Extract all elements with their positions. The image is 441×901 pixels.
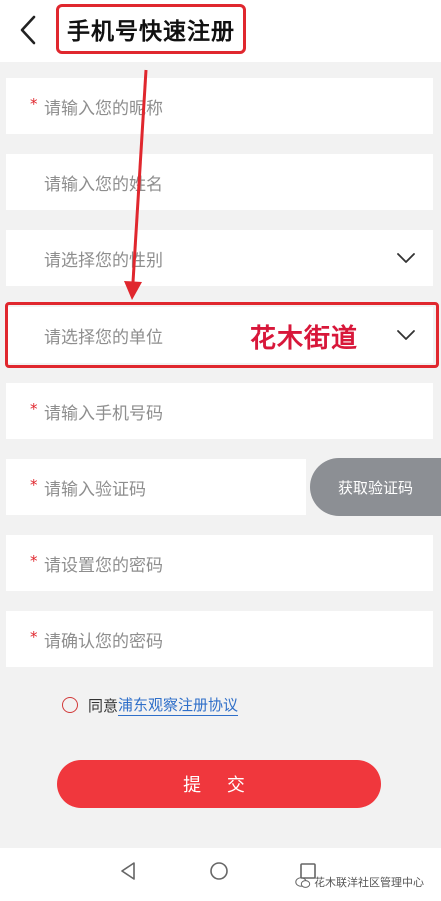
title-highlight-box: 手机号快速注册 (56, 4, 246, 54)
name-placeholder: 请输入您的姓名 (44, 174, 163, 195)
gender-placeholder: 请选择您的性别 (44, 250, 163, 271)
page-title: 手机号快速注册 (67, 19, 235, 45)
agreement-prefix: 同意 (88, 696, 119, 715)
password-placeholder: 请设置您的密码 (44, 555, 163, 576)
agreement-radio[interactable] (62, 697, 78, 713)
nickname-placeholder: 请输入您的昵称 (44, 98, 163, 119)
back-button[interactable] (14, 12, 44, 48)
app-header: 手机号快速注册 (0, 0, 441, 62)
submit-button[interactable]: 提 交 (57, 760, 381, 808)
password-field[interactable]: * 请设置您的密码 (6, 535, 433, 591)
required-mark: * (30, 95, 38, 113)
unit-highlight-box (5, 302, 439, 368)
nav-back-icon[interactable] (118, 860, 138, 882)
required-mark: * (30, 476, 38, 494)
required-mark: * (30, 552, 38, 570)
phone-field[interactable]: * 请输入手机号码 (6, 383, 433, 439)
code-field[interactable]: * 请输入验证码 (6, 459, 306, 515)
name-field[interactable]: 请输入您的姓名 (6, 154, 433, 210)
nav-home-icon[interactable] (208, 860, 230, 882)
wechat-icon (295, 876, 311, 888)
code-placeholder: 请输入验证码 (44, 479, 146, 500)
get-code-button[interactable]: 获取验证码 (310, 458, 441, 516)
nickname-field[interactable]: * 请输入您的昵称 (6, 78, 433, 134)
confirm-password-field[interactable]: * 请确认您的密码 (6, 611, 433, 667)
gender-select[interactable]: 请选择您的性别 (6, 230, 433, 286)
watermark-text: 花木联洋社区管理中心 (314, 876, 424, 889)
required-mark: * (30, 628, 38, 646)
chevron-down-icon (397, 253, 415, 263)
unit-annotation: 花木街道 (250, 324, 359, 354)
chevron-left-icon (20, 15, 36, 45)
agreement-link[interactable]: 浦东观察注册协议 (118, 694, 239, 716)
phone-placeholder: 请输入手机号码 (44, 403, 163, 424)
watermark: 花木联洋社区管理中心 (295, 874, 424, 890)
required-mark: * (30, 400, 38, 418)
confirm-password-placeholder: 请确认您的密码 (44, 631, 163, 652)
agreement-row: 同意 浦东观察注册协议 (62, 694, 239, 716)
